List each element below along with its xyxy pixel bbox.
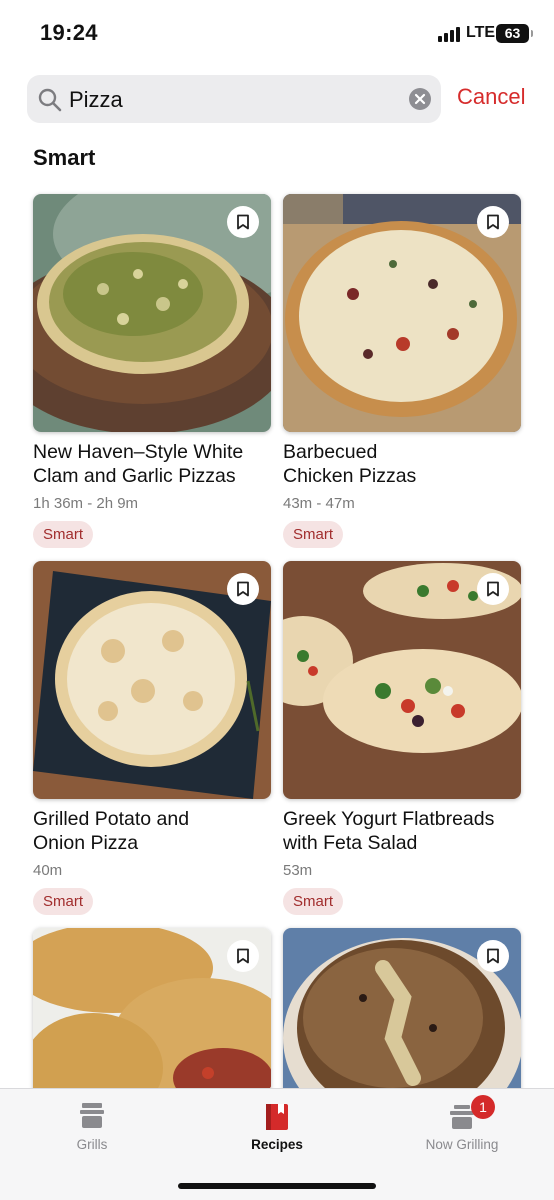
smart-badge: Smart	[283, 888, 344, 915]
cancel-button[interactable]: Cancel	[457, 84, 525, 110]
recipe-title-line: New Haven–Style White	[33, 441, 244, 463]
recipe-title[interactable]: New Haven–Style White Clam and Garlic Pi…	[33, 440, 271, 488]
clear-search-icon[interactable]	[409, 88, 431, 110]
tab-label: Grills	[76, 1137, 108, 1152]
recipe-title-line: Greek Yogurt Flatbreads	[283, 808, 495, 830]
bookmark-icon[interactable]	[477, 206, 509, 238]
recipe-time: 1h 36m - 2h 9m	[33, 495, 139, 512]
smart-badge: Smart	[283, 521, 344, 548]
recipe-title-line: Clam and Garlic Pizzas	[33, 465, 236, 487]
recipe-image[interactable]	[283, 194, 521, 432]
bookmark-icon[interactable]	[227, 940, 259, 972]
recipe-title-line: Grilled Potato and	[33, 808, 190, 830]
recipe-title-line: Onion Pizza	[33, 832, 139, 854]
search-icon	[38, 88, 62, 112]
cellular-signal-icon	[438, 26, 462, 42]
recipe-image[interactable]	[33, 194, 271, 432]
recipe-card[interactable]: New Haven–Style White Clam and Garlic Pi…	[33, 194, 271, 548]
recipe-time: 40m	[33, 862, 63, 879]
home-indicator	[178, 1183, 376, 1189]
recipe-card[interactable]: Grilled Potato and Onion Pizza 40m Smart	[33, 561, 271, 915]
status-time: 19:24	[40, 20, 98, 45]
smart-badge: Smart	[33, 521, 94, 548]
recipe-image[interactable]	[283, 561, 521, 799]
tab-recipes[interactable]: Recipes	[185, 1089, 369, 1169]
tab-grills[interactable]: Grills	[0, 1089, 184, 1169]
recipe-book-icon	[266, 1104, 288, 1130]
grill-icon	[80, 1103, 104, 1128]
status-bar: 19:24 LTE 63	[0, 0, 554, 66]
search-field[interactable]: Pizza	[27, 75, 441, 123]
recipe-image[interactable]	[33, 561, 271, 799]
recipe-title-line: Chicken Pizzas	[283, 465, 417, 487]
smart-badge: Smart	[33, 888, 94, 915]
network-type: LTE	[466, 24, 496, 41]
bookmark-icon[interactable]	[477, 940, 509, 972]
recipe-title-line: with Feta Salad	[283, 832, 418, 854]
tab-now-grilling[interactable]: 1 Now Grilling	[370, 1089, 554, 1169]
bookmark-icon[interactable]	[227, 573, 259, 605]
section-title: Smart	[33, 145, 96, 170]
recipe-title[interactable]: Greek Yogurt Flatbreads with Feta Salad	[283, 807, 521, 855]
tab-label: Recipes	[251, 1137, 303, 1152]
recipe-time: 43m - 47m	[283, 495, 355, 512]
notification-badge: 1	[471, 1095, 495, 1119]
recipe-card[interactable]: Greek Yogurt Flatbreads with Feta Salad …	[283, 561, 521, 915]
tab-label: Now Grilling	[425, 1137, 499, 1152]
recipe-title[interactable]: Barbecued Chicken Pizzas	[283, 440, 521, 488]
recipe-title-line: Barbecued	[283, 441, 378, 463]
search-input[interactable]: Pizza	[69, 87, 123, 113]
bookmark-icon[interactable]	[227, 206, 259, 238]
battery-icon: 63	[496, 24, 533, 43]
recipe-title[interactable]: Grilled Potato and Onion Pizza	[33, 807, 271, 855]
recipe-card[interactable]: Barbecued Chicken Pizzas 43m - 47m Smart	[283, 194, 521, 548]
recipe-time: 53m	[283, 862, 313, 879]
bookmark-icon[interactable]	[477, 573, 509, 605]
